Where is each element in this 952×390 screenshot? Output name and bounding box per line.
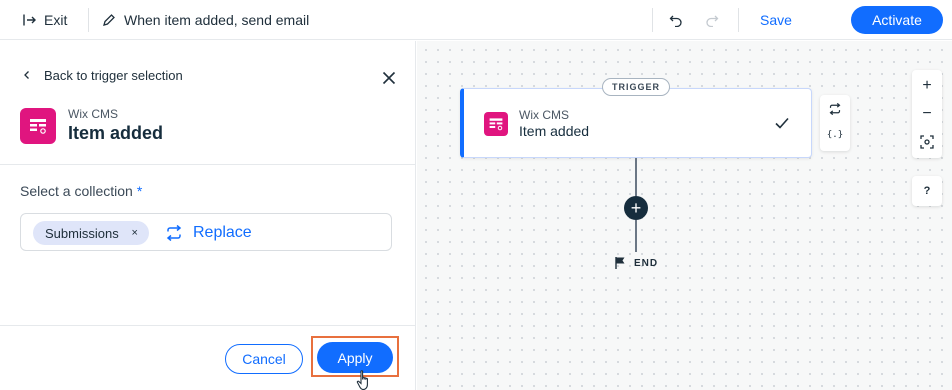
collection-field[interactable]: Submissions × Replace bbox=[20, 213, 392, 251]
fit-to-screen-button[interactable] bbox=[912, 128, 942, 156]
collection-chip-label: Submissions bbox=[45, 225, 119, 241]
pencil-icon bbox=[103, 14, 115, 26]
close-icon bbox=[382, 71, 396, 85]
redo-button[interactable] bbox=[702, 10, 722, 30]
replace-label: Replace bbox=[193, 224, 252, 241]
required-marker: * bbox=[136, 183, 143, 199]
automation-title[interactable]: When item added, send email bbox=[102, 10, 309, 30]
back-to-trigger-selection-link[interactable]: Back to trigger selection bbox=[22, 66, 183, 84]
back-label: Back to trigger selection bbox=[44, 67, 183, 83]
replace-arrows-icon bbox=[166, 225, 182, 241]
exit-button[interactable]: Exit bbox=[22, 10, 67, 30]
card-app-name: Wix CMS bbox=[519, 108, 569, 122]
save-button[interactable]: Save bbox=[760, 10, 792, 30]
wix-cms-app-icon bbox=[20, 108, 56, 144]
divider bbox=[652, 8, 653, 32]
chevron-left-icon bbox=[24, 71, 29, 79]
redo-icon bbox=[706, 15, 719, 27]
exit-icon bbox=[23, 14, 36, 26]
zoom-controls: + − bbox=[912, 70, 942, 158]
end-label: END bbox=[634, 257, 659, 269]
activate-button[interactable]: Activate bbox=[851, 6, 943, 34]
end-node: END bbox=[614, 256, 658, 270]
divider bbox=[0, 325, 416, 326]
cancel-button[interactable]: Cancel bbox=[225, 344, 303, 374]
automation-title-text: When item added, send email bbox=[124, 12, 310, 28]
wix-cms-card-icon bbox=[484, 112, 508, 136]
trigger-name: Item added bbox=[68, 123, 164, 143]
divider bbox=[0, 164, 416, 165]
flag-icon bbox=[615, 257, 625, 269]
replace-collection-button[interactable]: Replace bbox=[165, 222, 252, 244]
cms-table-icon bbox=[489, 118, 503, 131]
trigger-step-card[interactable] bbox=[460, 88, 812, 158]
trigger-settings-panel: Back to trigger selection Wix CMS Item a… bbox=[0, 41, 416, 390]
variables-button[interactable]: {.} bbox=[820, 123, 850, 147]
divider bbox=[738, 8, 739, 32]
flow-connector bbox=[635, 158, 637, 196]
collection-label-text: Select a collection bbox=[20, 183, 133, 199]
undo-icon bbox=[669, 15, 682, 27]
undo-button[interactable] bbox=[666, 10, 686, 30]
zoom-in-button[interactable]: + bbox=[912, 72, 942, 100]
app-name: Wix CMS bbox=[68, 107, 118, 121]
add-step-button[interactable]: + bbox=[624, 196, 648, 220]
remove-chip-button[interactable]: × bbox=[129, 227, 141, 239]
close-button[interactable] bbox=[378, 67, 400, 89]
fit-screen-icon bbox=[920, 135, 934, 149]
checkmark-icon bbox=[775, 117, 789, 129]
flow-connector bbox=[635, 220, 637, 252]
change-trigger-button[interactable] bbox=[820, 97, 850, 121]
card-actions: {.} bbox=[820, 95, 850, 151]
exit-label: Exit bbox=[44, 12, 68, 28]
replace-arrows-icon bbox=[829, 103, 841, 115]
collection-chip: Submissions × bbox=[33, 221, 149, 245]
hand-cursor-icon bbox=[356, 370, 368, 390]
trigger-badge: TRIGGER bbox=[602, 78, 670, 96]
cms-table-icon bbox=[30, 119, 46, 134]
collection-field-label: Select a collection * bbox=[20, 183, 142, 199]
top-bar: Exit When item added, send email Save Ac… bbox=[0, 0, 952, 40]
divider bbox=[88, 8, 89, 32]
card-trigger-title: Item added bbox=[519, 123, 590, 139]
zoom-out-button[interactable]: − bbox=[912, 100, 942, 128]
help-button[interactable]: ? bbox=[912, 176, 942, 206]
